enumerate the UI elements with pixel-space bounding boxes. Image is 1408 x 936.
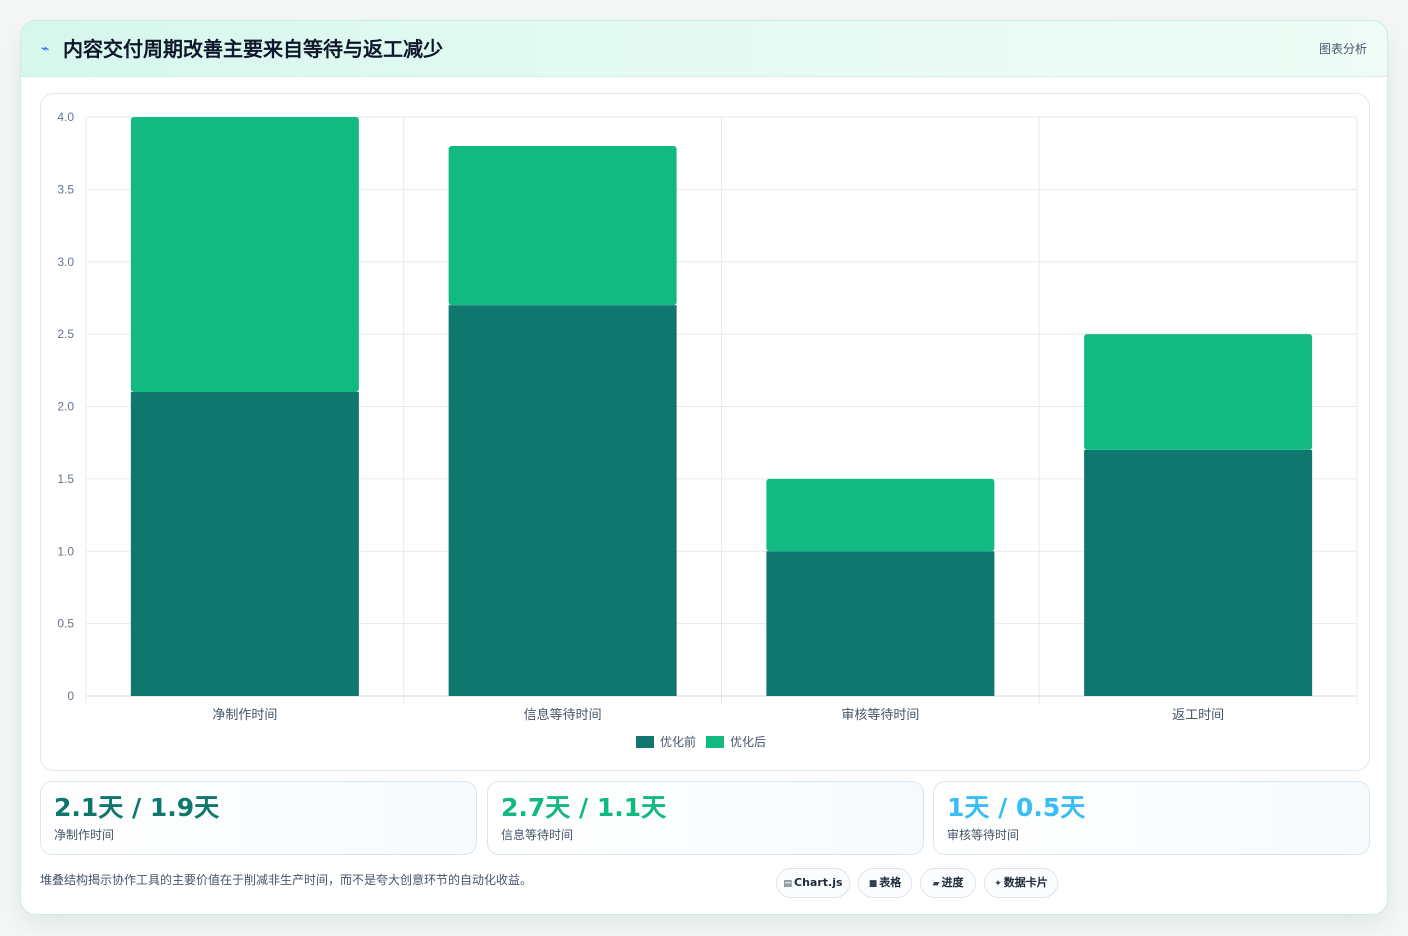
bar-segment [130,117,359,393]
y-tick-label: 2.5 [57,327,74,341]
y-tick-label: 1.0 [57,544,74,558]
chip-label: 数据卡片 [1003,876,1048,889]
stat-card-net-production: 2.1天 / 1.9天 净制作时间 [40,781,477,855]
y-tick-label: 1.5 [57,472,74,486]
y-tick-label: 3.0 [57,255,74,269]
page-title: 内容交付周期改善主要来自等待与返工减少 [63,37,443,61]
legend-label: 优化后 [730,735,766,749]
bar-segment [766,478,995,552]
chip-label: Chart.js [794,876,843,889]
footnote: 堆叠结构揭示协作工具的主要价值在于削减非生产时间，而不是夸大创意环节的自动化收益… [40,873,533,887]
chip-progress[interactable]: ▰ 进度 [920,868,976,898]
stat-card-review-wait: 1天 / 0.5天 审核等待时间 [933,781,1370,855]
x-tick-label: 净制作时间 [212,708,277,723]
bar-segment [448,145,677,306]
x-tick-label: 信息等待时间 [524,707,602,723]
x-tick-label: 审核等待时间 [841,707,919,723]
progress-icon: ▰ [932,879,940,889]
table-icon: ■ [868,879,878,889]
chip-chartjs[interactable]: ▤ Chart.js [776,868,850,898]
y-tick-label: 0.5 [57,617,74,631]
sparkle-icon: ✦ [994,879,1002,889]
chip-label: 进度 [941,876,964,889]
bar-segment [766,551,995,696]
stat-label: 净制作时间 [54,828,115,842]
y-tick-label: 3.5 [57,182,74,196]
x-tick-label: 返工时间 [1172,708,1224,723]
stat-card-info-wait: 2.7天 / 1.1天 信息等待时间 [487,781,924,855]
chip-table[interactable]: ■ 表格 [858,868,912,898]
trend-icon: ⌁ [41,41,50,57]
stat-label: 信息等待时间 [501,828,574,842]
y-tick-label: 2.0 [57,400,74,414]
stat-value: 2.7天 / 1.1天 [501,793,667,822]
stat-value: 1天 / 0.5天 [947,793,1086,822]
y-tick-label: 4.0 [57,110,74,124]
stat-value: 2.1天 / 1.9天 [54,793,220,822]
y-tick-label: 0 [67,689,74,703]
chip-data-card[interactable]: ✦ 数据卡片 [984,868,1058,898]
bar-segment [1084,449,1313,696]
bar-segment [448,305,677,696]
chart-card: ⌁ 内容交付周期改善主要来自等待与返工减少 图表分析 0 0.5 1.0 1.5 2.0… [20,20,1388,915]
bar-segment [130,392,359,696]
card-header: ⌁ 内容交付周期改善主要来自等待与返工减少 图表分析 [21,21,1387,77]
chip-label: 表格 [879,876,902,889]
chart-icon: ▤ [783,879,792,889]
bar-segment [1084,334,1313,450]
legend-swatch [636,736,654,748]
chart-container: 0 0.5 1.0 1.5 2.0 2.5 3.0 3.5 4.0 净制作时间 信息等待时间 审核等待… [40,93,1370,771]
stat-label: 审核等待时间 [947,828,1020,842]
section-tag: 图表分析 [1318,42,1367,56]
legend-swatch [706,736,724,748]
stacked-bar-chart: 0 0.5 1.0 1.5 2.0 2.5 3.0 3.5 4.0 净制作时间 信息等待时间 审核等待… [57,110,1358,749]
legend-label: 优化前 [660,734,696,749]
